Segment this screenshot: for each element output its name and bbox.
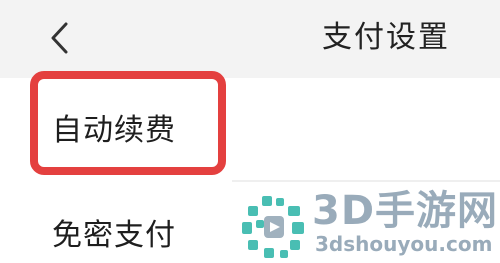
payment-settings-screen: 支付设置 自动续费 免密支付 3D手游网 3dshouyou.com [0, 0, 500, 263]
menu-item-auto-renew[interactable]: 自动续费 [52, 111, 176, 151]
list-divider [232, 180, 500, 182]
page-title: 支付设置 [322, 20, 450, 55]
chevron-left-icon [51, 22, 68, 54]
menu-item-password-free-payment[interactable]: 免密支付 [52, 216, 176, 256]
back-button[interactable] [40, 18, 80, 58]
top-nav-bar: 支付设置 [0, 0, 500, 78]
